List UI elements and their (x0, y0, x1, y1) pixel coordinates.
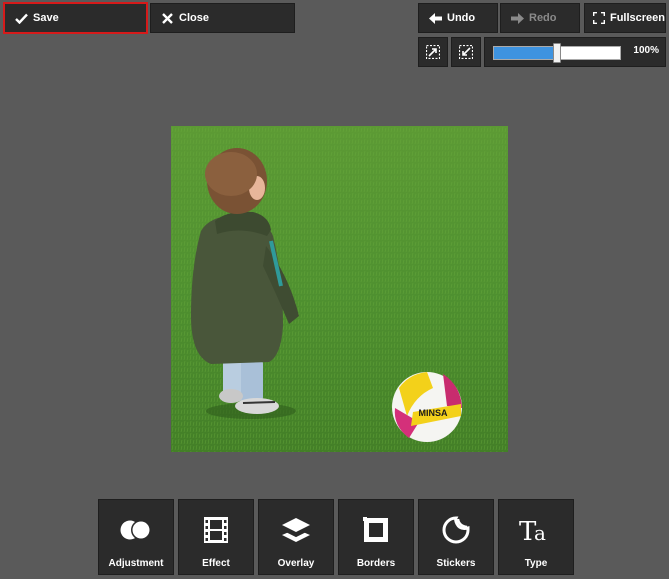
sticker-icon (442, 516, 470, 544)
close-icon (159, 10, 175, 26)
close-button[interactable]: Close (150, 3, 295, 33)
fullscreen-label: Fullscreen (609, 12, 665, 24)
soccer-ball: MINSA (392, 372, 462, 442)
tool-label: Effect (202, 558, 230, 569)
tool-label: Type (524, 558, 548, 569)
adjustment-icon (119, 516, 153, 544)
undo-label: Undo (447, 12, 476, 24)
photo-canvas[interactable]: MINSA (171, 126, 508, 452)
zoom-slider-fill (494, 47, 557, 59)
tool-overlay[interactable]: Overlay (258, 499, 334, 575)
checkmark-icon (13, 10, 29, 26)
layers-icon (281, 516, 311, 544)
arrow-left-icon (427, 10, 443, 26)
text-icon: T a (519, 516, 553, 544)
tool-label: Overlay (277, 558, 315, 569)
close-label: Close (179, 12, 209, 24)
zoom-actual-icon (459, 45, 473, 59)
tool-label: Borders (356, 558, 396, 569)
save-button[interactable]: Save (3, 2, 148, 34)
ball-brand: MINSA (419, 408, 449, 418)
redo-label: Redo (529, 12, 557, 24)
zoom-slider[interactable] (493, 43, 621, 63)
zoom-fit-button[interactable] (418, 37, 448, 67)
arrow-right-icon (509, 10, 525, 26)
tool-label: Stickers (436, 558, 476, 569)
zoom-actual-button[interactable] (451, 37, 481, 67)
redo-button[interactable]: Redo (500, 3, 580, 33)
photo-image: MINSA (171, 126, 508, 452)
zoom-percentage: 100% (633, 45, 659, 56)
fullscreen-button[interactable]: Fullscreen (584, 3, 666, 33)
tool-stickers[interactable]: Stickers (418, 499, 494, 575)
zoom-slider-handle[interactable] (553, 43, 561, 63)
frame-icon (363, 516, 389, 544)
tool-borders[interactable]: Borders (338, 499, 414, 575)
tool-effect[interactable]: Effect (178, 499, 254, 575)
film-icon (204, 516, 228, 544)
fullscreen-icon (593, 10, 606, 26)
tool-adjustment[interactable]: Adjustment (98, 499, 174, 575)
tool-label: Adjustment (108, 558, 164, 569)
svg-text:a: a (534, 521, 546, 544)
undo-button[interactable]: Undo (418, 3, 498, 33)
save-label: Save (33, 12, 59, 24)
zoom-fit-icon (426, 45, 440, 59)
tool-type[interactable]: T a Type (498, 499, 574, 575)
zoom-panel: 100% (484, 37, 666, 67)
